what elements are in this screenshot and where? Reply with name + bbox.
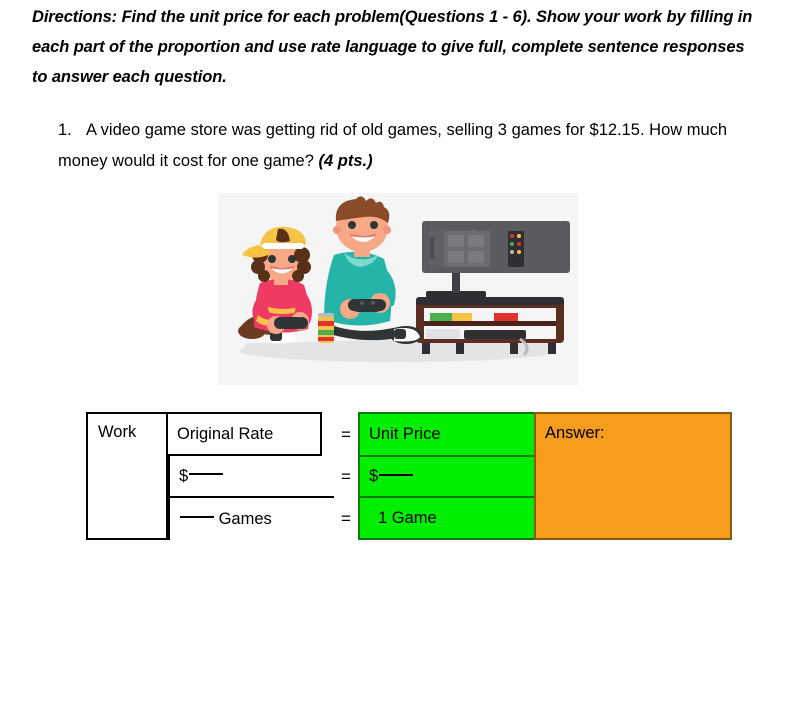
question-number: 1. bbox=[58, 121, 72, 139]
equals-glyph: = bbox=[341, 509, 351, 528]
equals-glyph: = bbox=[341, 467, 351, 486]
unit-price-numerator-cell[interactable]: $ bbox=[358, 457, 536, 498]
unit-price-header-cell: Unit Price bbox=[358, 412, 536, 457]
child-controller bbox=[274, 317, 308, 329]
console-white bbox=[426, 329, 460, 339]
floor-strip bbox=[244, 343, 554, 353]
console-black bbox=[464, 330, 526, 339]
question-text: A video game store was getting rid of ol… bbox=[58, 121, 728, 170]
illustration-svg bbox=[218, 193, 578, 385]
unit-price-denominator-cell: 1 Game bbox=[358, 498, 536, 540]
proportion-table: Work Original Rate $ Games = = = Unit Pr… bbox=[86, 412, 732, 540]
right-numerator-label: $ bbox=[369, 467, 379, 485]
left-denominator-label: Games bbox=[218, 509, 272, 528]
answer-label: Answer: bbox=[545, 424, 605, 442]
illustration-two-kids-playing-video-games bbox=[218, 193, 578, 385]
equals-glyph: = bbox=[341, 424, 351, 444]
book-green bbox=[430, 313, 452, 321]
work-label: Work bbox=[98, 423, 137, 441]
book-yellow bbox=[452, 313, 472, 321]
right-numerator-blank[interactable] bbox=[379, 473, 414, 476]
child-eye-right bbox=[288, 255, 296, 263]
original-rate-denominator-cell[interactable]: Games bbox=[168, 498, 334, 540]
book-red bbox=[494, 313, 518, 321]
left-numerator-label: $ bbox=[179, 466, 189, 485]
work-cell[interactable]: Work bbox=[86, 412, 168, 540]
left-denominator-blank[interactable] bbox=[180, 516, 214, 518]
directions-text: Directions: Find the unit price for each… bbox=[32, 8, 753, 86]
original-rate-label: Original Rate bbox=[177, 424, 274, 443]
right-denominator-label: 1 Game bbox=[378, 508, 437, 527]
equals-sign-row-1: = bbox=[334, 413, 358, 456]
unit-price-label: Unit Price bbox=[369, 425, 441, 443]
question-1-block: 1. A video game store was getting rid of… bbox=[58, 115, 758, 177]
boy-controller bbox=[348, 299, 386, 312]
question-points: (4 pts.) bbox=[318, 152, 373, 170]
equals-sign-row-2: = bbox=[334, 456, 358, 498]
question-body: A video game store was getting rid of ol… bbox=[58, 121, 727, 170]
answer-box[interactable]: Answer: bbox=[534, 412, 732, 540]
left-numerator-blank[interactable] bbox=[189, 473, 224, 475]
original-rate-numerator-cell[interactable]: $ bbox=[168, 456, 334, 498]
boy-eye-left bbox=[348, 221, 356, 229]
child-eye-left bbox=[268, 255, 276, 263]
original-rate-header-cell: Original Rate bbox=[168, 412, 322, 456]
equals-sign-row-3: = bbox=[334, 498, 358, 540]
soda-can bbox=[318, 313, 334, 343]
boy-eye-right bbox=[370, 221, 378, 229]
